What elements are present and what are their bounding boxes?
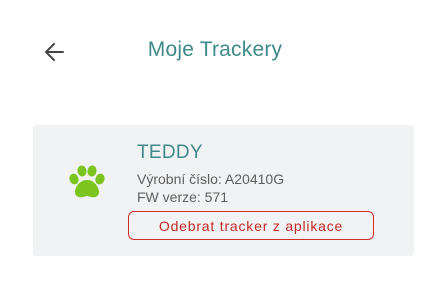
tracker-card[interactable]: TEDDY Výrobní číslo: A20410G FW verze: 5… bbox=[33, 125, 414, 256]
paw-icon bbox=[69, 165, 105, 198]
page-title: Moje Trackery bbox=[147, 38, 283, 61]
app-header: Moje Trackery bbox=[0, 0, 430, 100]
firmware-version: FW verze: 571 bbox=[137, 189, 229, 205]
serial-number: Výrobní číslo: A20410G bbox=[137, 171, 285, 187]
tracker-name: TEDDY bbox=[137, 142, 203, 163]
remove-tracker-button[interactable]: Odebrat tracker z aplikace bbox=[128, 211, 374, 240]
